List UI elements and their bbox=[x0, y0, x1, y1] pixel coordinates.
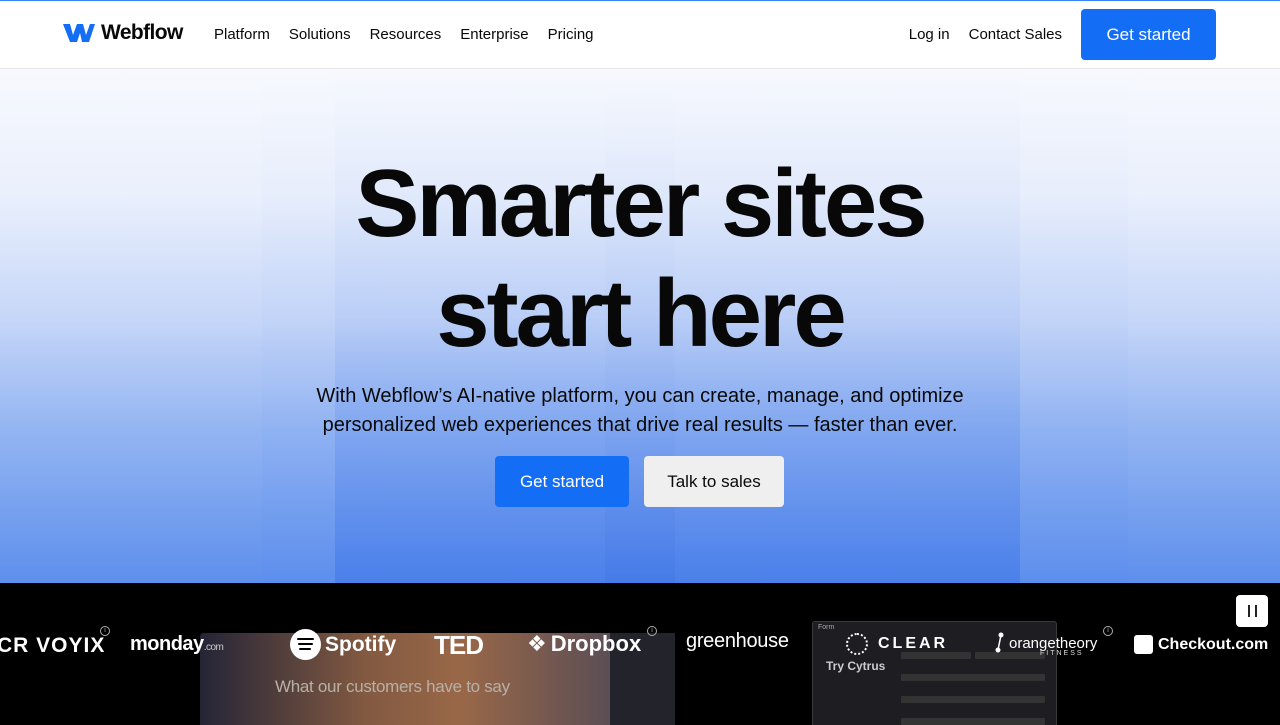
logo-checkout-text: Checkout.com bbox=[1158, 635, 1269, 653]
webflow-logo[interactable]: Webflow bbox=[63, 21, 183, 45]
orangetheory-icon bbox=[995, 632, 1004, 653]
hero-get-started-button[interactable]: Get started bbox=[495, 456, 629, 507]
talk-to-sales-button[interactable]: Talk to sales bbox=[644, 456, 784, 507]
main-menu: Platform Solutions Resources Enterprise … bbox=[214, 25, 613, 45]
logo-orangetheory-text: orangetheory bbox=[1009, 634, 1098, 652]
logo-dropbox: ❖ Dropbox bbox=[527, 631, 641, 657]
hero-headline: Smarter sites start here bbox=[0, 149, 1280, 369]
pause-icon bbox=[1247, 605, 1250, 617]
pause-marquee-button[interactable] bbox=[1236, 595, 1268, 627]
logo-greenhouse: greenhouse bbox=[686, 630, 789, 653]
nav-enterprise[interactable]: Enterprise bbox=[460, 25, 528, 45]
spotify-icon bbox=[290, 629, 321, 660]
checkout-icon bbox=[1134, 635, 1153, 654]
hero-section: Smarter sites start here With Webflow’s … bbox=[0, 69, 1280, 583]
nav-get-started-button[interactable]: Get started bbox=[1081, 9, 1216, 60]
login-link[interactable]: Log in bbox=[909, 25, 950, 45]
logo-checkout: Checkout.com bbox=[1134, 635, 1268, 654]
nav-resources[interactable]: Resources bbox=[370, 25, 442, 45]
nav-solutions[interactable]: Solutions bbox=[289, 25, 351, 45]
webflow-logo-icon bbox=[63, 24, 95, 42]
hero-subheading: With Webflow’s AI-native platform, you c… bbox=[316, 385, 964, 436]
logo-cr-voyix: CR VOYIX bbox=[0, 634, 105, 658]
logo-dropbox-text: Dropbox bbox=[550, 631, 642, 656]
info-icon[interactable]: i bbox=[647, 626, 657, 636]
headline-line-2: start here bbox=[436, 260, 847, 367]
dropbox-icon: ❖ bbox=[527, 631, 547, 656]
logo-clear-text: CLEAR bbox=[878, 635, 949, 652]
contact-sales-link[interactable]: Contact Sales bbox=[969, 25, 1062, 45]
hero-actions: Get started Talk to sales bbox=[495, 456, 784, 507]
info-icon[interactable]: i bbox=[100, 626, 110, 636]
logo-ted: TED bbox=[434, 630, 484, 661]
brand-name: Webflow bbox=[101, 21, 183, 44]
logo-orangetheory: orangetheory FITNESS bbox=[995, 632, 1098, 657]
logo-monday-suffix: .com bbox=[203, 642, 224, 653]
logo-greenhouse-text: greenhouse bbox=[686, 630, 789, 652]
nav-actions: Log in Contact Sales Get started bbox=[909, 9, 1216, 60]
logo-marquee: CR VOYIX i monday .com Spotify TED ❖ Drop… bbox=[0, 583, 1280, 725]
nav-pricing[interactable]: Pricing bbox=[548, 25, 594, 45]
logo-cr-voyix-text: CR VOYIX bbox=[0, 634, 106, 657]
logo-monday-text: monday bbox=[130, 633, 204, 655]
customer-logo-strip: What our customers have to say Form Try … bbox=[0, 583, 1280, 725]
logo-spotify-text: Spotify bbox=[325, 632, 397, 656]
info-icon[interactable]: i bbox=[1103, 626, 1113, 636]
logo-clear: CLEAR bbox=[846, 633, 948, 655]
clear-icon bbox=[846, 633, 868, 655]
headline-line-1: Smarter sites bbox=[355, 150, 927, 257]
logo-orangetheory-sub: FITNESS bbox=[1040, 650, 1084, 657]
logo-monday: monday .com bbox=[130, 633, 224, 656]
logo-spotify: Spotify bbox=[290, 629, 396, 660]
logo-ted-text: TED bbox=[434, 630, 484, 660]
top-navigation: Webflow Platform Solutions Resources Ent… bbox=[0, 1, 1280, 69]
nav-platform[interactable]: Platform bbox=[214, 25, 270, 45]
